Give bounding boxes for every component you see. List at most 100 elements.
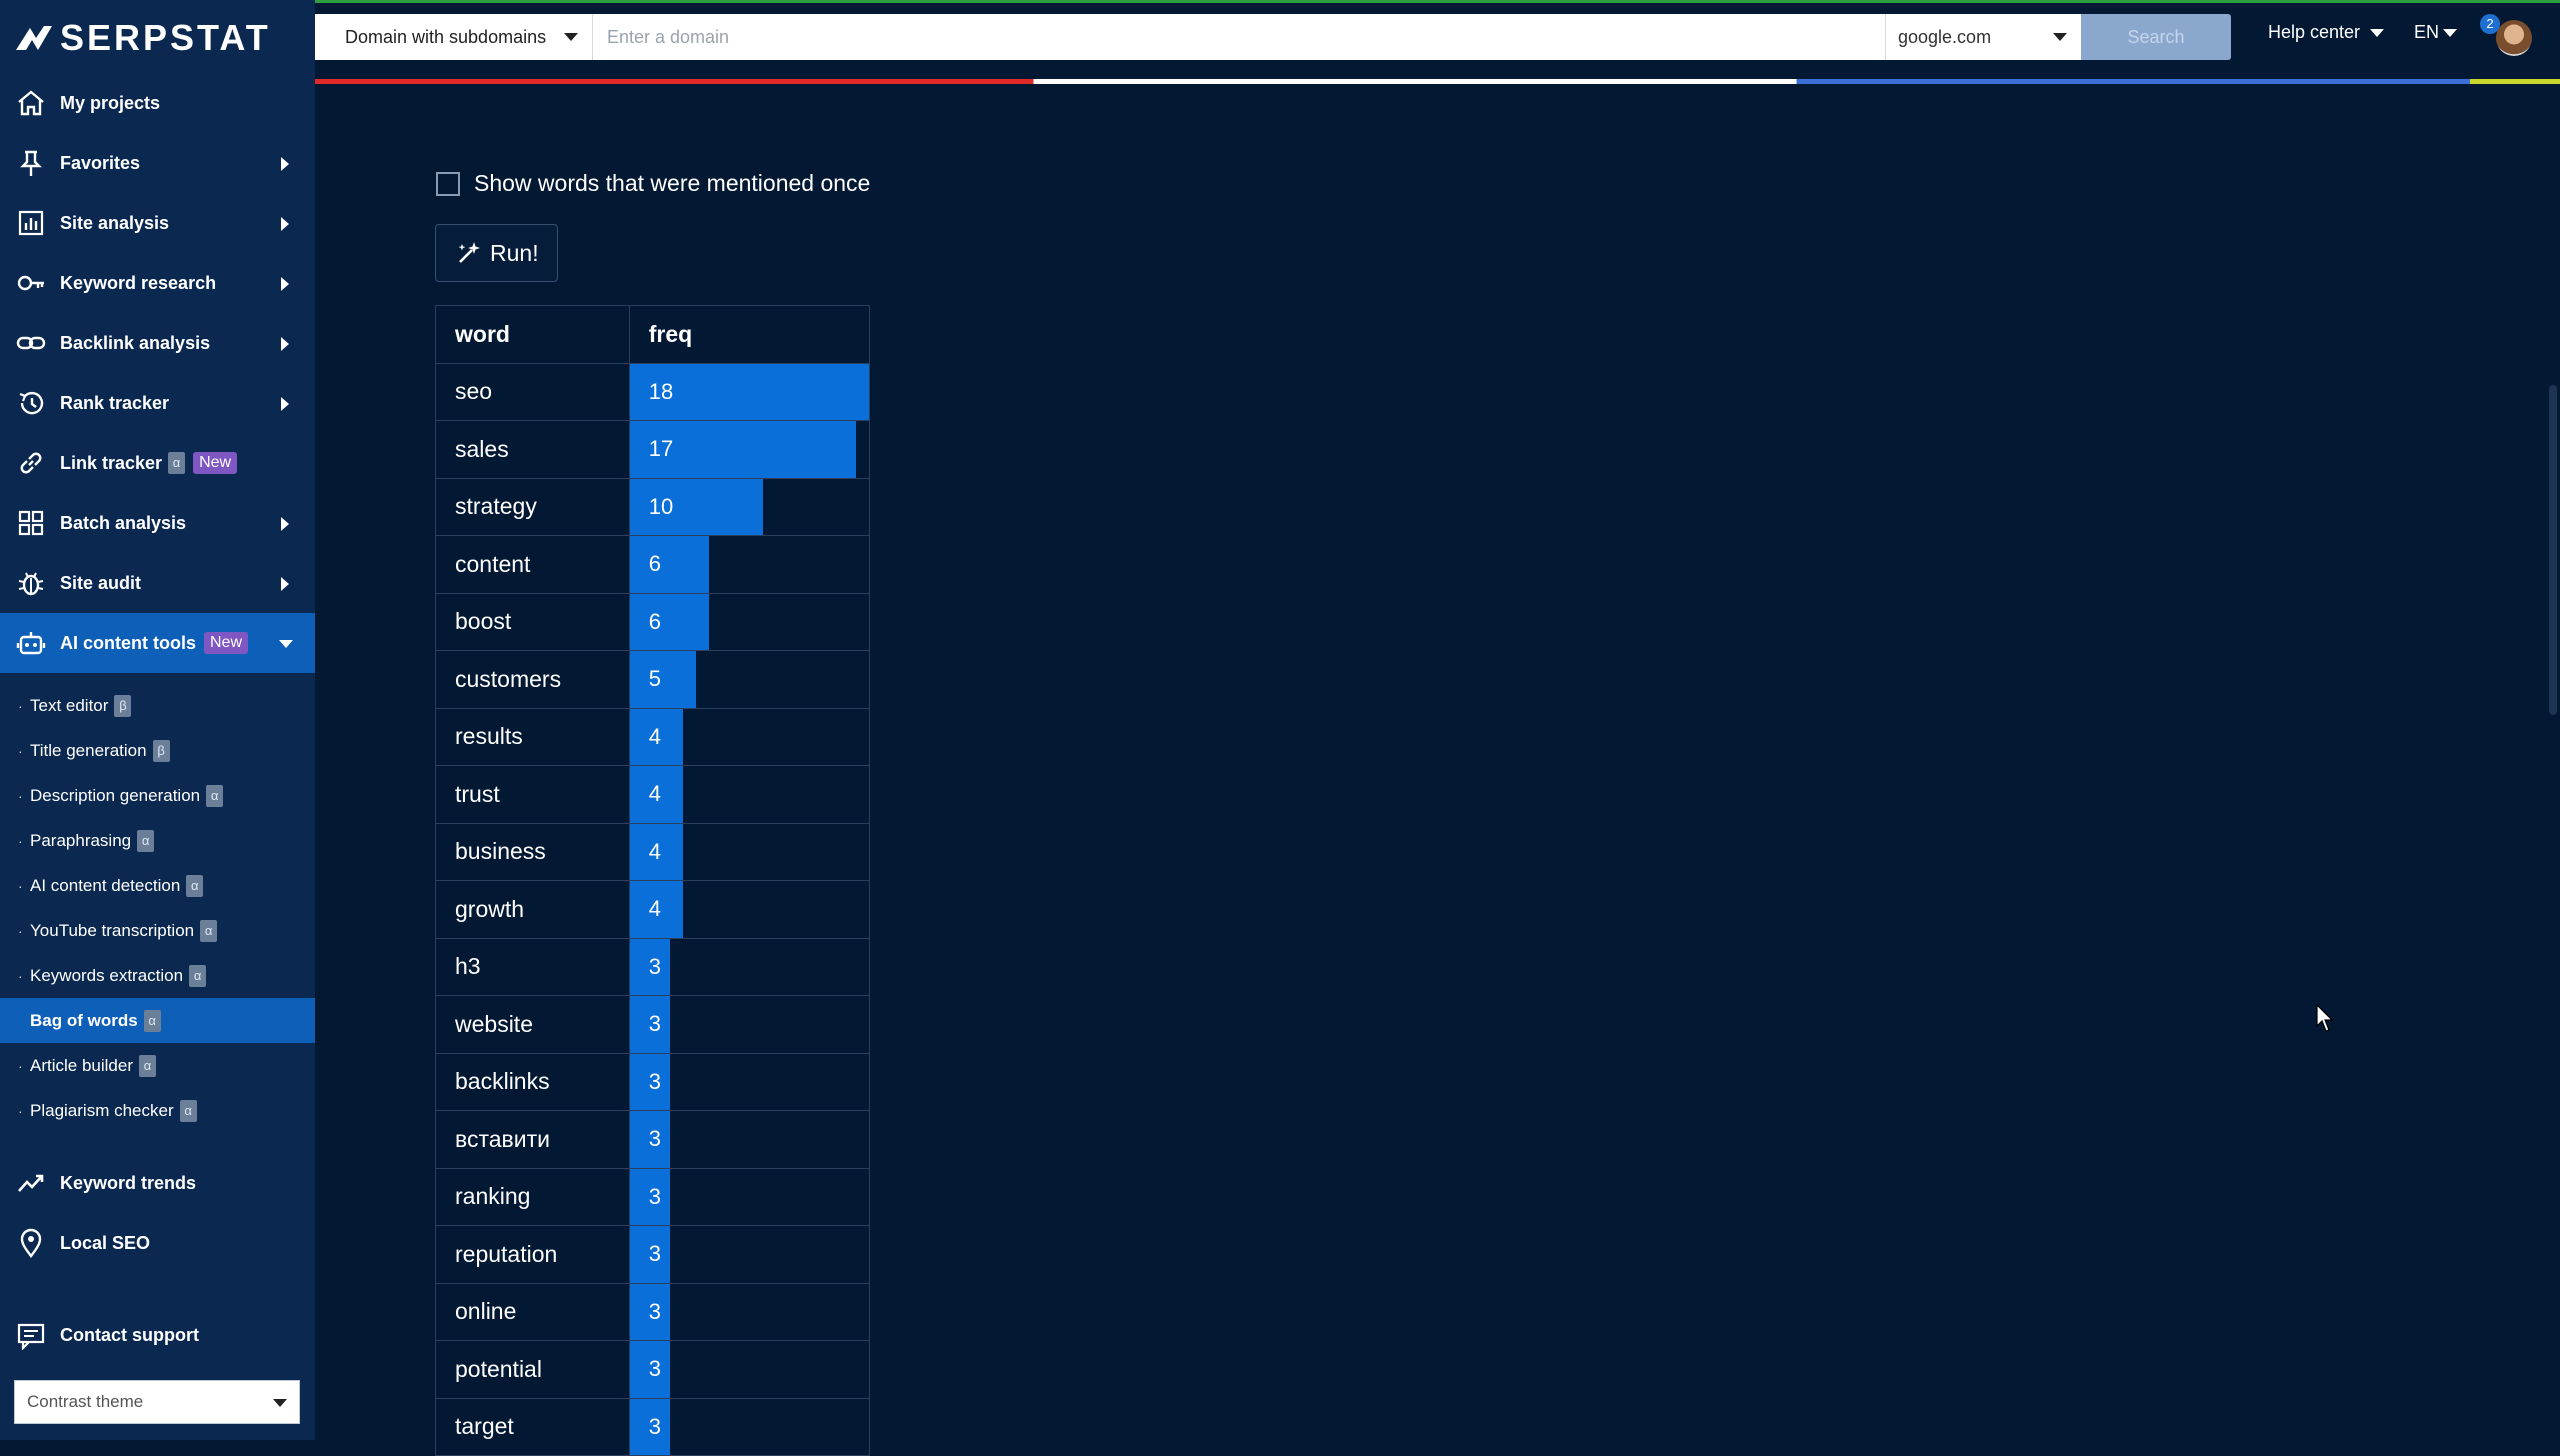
subnav-item-plagiarism-checker[interactable]: · Plagiarism checker α [0,1088,315,1133]
sidebar-item-ai-content-tools[interactable]: AI content tools New [0,613,315,673]
chevron-down-icon [2370,28,2385,37]
subnav-item-label: Article builder [30,1055,133,1075]
support-section: Contact support [0,1305,315,1365]
table-row: business 4 [435,822,871,881]
database-select[interactable]: google.com [1885,14,2081,60]
table-row: h3 3 [435,937,871,996]
sidebar-item-keyword-trends[interactable]: Keyword trends [0,1153,315,1213]
subnav-item-paraphrasing[interactable]: · Paraphrasing α [0,818,315,863]
language-select[interactable]: EN [2414,22,2458,43]
database-select-value: google.com [1898,26,1992,47]
table-row: website 3 [435,995,871,1054]
mentioned-once-option: Show words that were mentioned once [436,170,870,197]
sidebar-item-favorites[interactable]: Favorites [0,133,315,193]
avatar[interactable] [2496,20,2532,56]
freq-cell: 10 [628,477,871,536]
word-cell: ranking [435,1167,630,1226]
logo[interactable]: SERPSTAT [14,16,271,60]
freq-cell: 4 [628,765,871,824]
sidebar-item-backlink-analysis[interactable]: Backlink analysis [0,313,315,373]
sidebar-item-label: AI content tools [60,632,196,653]
bug-icon [18,572,44,596]
serpstat-logo-icon [16,26,52,50]
sidebar-item-site-analysis[interactable]: Site analysis [0,193,315,253]
chevron-right-icon [281,217,289,231]
freq-cell: 4 [628,822,871,881]
magic-wand-icon [458,242,480,263]
contact-support-item[interactable]: Contact support [0,1305,315,1365]
alpha-badge: α [139,1054,156,1077]
freq-cell: 4 [628,707,871,766]
subnav-item-youtube-transcription[interactable]: · YouTube transcription α [0,908,315,953]
subnav-item-text-editor[interactable]: · Text editor β [0,683,315,728]
notification-badge[interactable]: 2 [2480,14,2500,34]
domain-input[interactable] [593,14,1885,60]
sidebar-item-keyword-research[interactable]: Keyword research [0,253,315,313]
word-cell: content [435,535,630,594]
sidebar: SERPSTAT My projects Favorites Site analys… [0,0,315,1440]
help-center-menu[interactable]: Help center [2268,22,2385,43]
subnav-item-bag-of-words[interactable]: ·Bag of wordsα [0,998,315,1043]
subnav-item-article-builder[interactable]: · Article builder α [0,1043,315,1088]
freq-cell: 4 [628,880,871,939]
history-icon [19,391,44,415]
mouse-cursor-icon [2316,1004,2334,1032]
subnav-item-label: Plagiarism checker [30,1100,174,1120]
table-header-row: word freq [435,305,871,364]
secondary-nav: Keyword trends Local SEO [0,1153,315,1273]
chart-icon [18,210,44,236]
chevron-right-icon [281,277,289,291]
table-row: customers 5 [435,650,871,709]
word-cell: online [435,1282,630,1341]
subnav-item-title-generation[interactable]: · Title generation β [0,728,315,773]
chevron-down-icon [273,1399,287,1407]
freq-value: 3 [648,1241,661,1267]
sidebar-item-batch-analysis[interactable]: Batch analysis [0,493,315,553]
run-button[interactable]: Run! [435,224,558,282]
subnav-item-label: Keywords extraction [30,965,184,985]
table-row: strategy 10 [435,477,871,536]
table-row: target 3 [435,1397,871,1456]
sidebar-item-local-seo[interactable]: Local SEO [0,1213,315,1273]
sidebar-item-link-tracker[interactable]: Link tracker α New [0,433,315,493]
search-button[interactable]: Search [2081,14,2231,60]
theme-select[interactable]: Contrast theme [14,1380,300,1424]
freq-cell: 18 [628,362,871,421]
freq-value: 3 [648,1356,661,1382]
mentioned-once-checkbox[interactable] [436,171,460,196]
sidebar-item-site-audit[interactable]: Site audit [0,553,315,613]
word-cell: potential [435,1340,630,1399]
chevron-down-icon [2053,33,2067,41]
sidebar-item-label: Keyword research [60,272,217,293]
freq-value: 4 [648,723,661,749]
scrollbar[interactable] [2549,385,2557,715]
location-icon [20,1228,42,1258]
table-row: seo 18 [435,362,871,421]
freq-value: 4 [648,781,661,807]
chevron-down-icon [564,33,578,41]
freq-cell: 6 [628,535,871,594]
word-cell: trust [435,765,630,824]
freq-value: 6 [648,551,661,577]
subnav-item-ai-content-detection[interactable]: · AI content detection α [0,863,315,908]
word-cell: h3 [435,937,630,996]
alpha-badge: α [143,1009,161,1032]
flag-color-line [315,79,2560,84]
sidebar-item-rank-tracker[interactable]: Rank tracker [0,373,315,433]
freq-value: 5 [648,666,661,692]
sidebar-item-my-projects[interactable]: My projects [0,73,315,133]
freq-cell: 17 [628,420,871,479]
subnav-item-label: Description generation [30,785,201,805]
robot-icon [16,632,46,655]
chevron-down-icon [2443,28,2458,37]
subnav-item-keywords-extraction[interactable]: · Keywords extraction α [0,953,315,998]
mentioned-once-label: Show words that were mentioned once [474,170,871,196]
subnav-item-description-generation[interactable]: · Description generation α [0,773,315,818]
freq-cell: 3 [628,937,871,996]
run-label: Run! [490,239,539,266]
alpha-badge: α [186,874,204,897]
table-row: results 4 [435,707,871,766]
subnav-item-label: YouTube transcription [30,920,195,940]
main-nav: My projects Favorites Site analysis Keyword… [0,73,315,673]
search-scope-select[interactable]: Domain with subdomains [315,14,593,60]
